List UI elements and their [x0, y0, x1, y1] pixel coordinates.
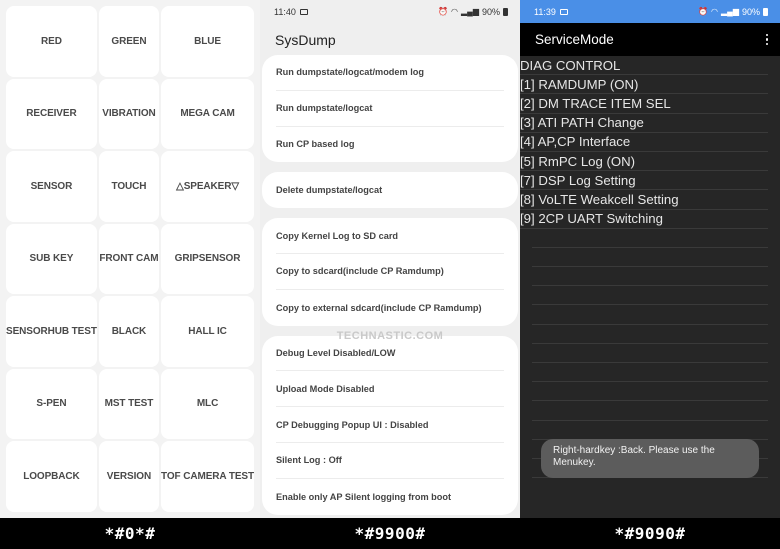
diag-item-ramdump[interactable]: [1] RAMDUMP (ON) [520, 75, 768, 95]
watermark: TECHNASTIC.COM [336, 330, 444, 342]
menu-item-ap-silent-logging[interactable]: Enable only AP Silent logging from boot [276, 479, 504, 515]
hw-test-panel: RED GREEN BLUE RECEIVER VIBRATION MEGA C… [0, 0, 260, 518]
wifi-icon: ◠ [711, 6, 718, 16]
code-label-sysdump: *#9900# [354, 524, 426, 543]
empty-row [532, 286, 768, 306]
page-title: ServiceMode [535, 32, 614, 47]
tile-tof-camera-test[interactable]: TOF CAMERA TEST [161, 441, 254, 512]
menu-item-cp-debug-popup[interactable]: CP Debugging Popup UI : Disabled [276, 407, 504, 443]
tile-speaker[interactable]: △SPEAKER▽ [161, 151, 254, 222]
tile-vibration[interactable]: VIBRATION [98, 78, 160, 149]
status-bar: 11:40 ⏰ ◠ ▂▄▆ 90% [260, 0, 520, 24]
copy-card: Copy Kernel Log to SD card Copy to sdcar… [262, 218, 518, 326]
toast-message: Right-hardkey :Back. Please use the Menu… [541, 439, 759, 478]
battery-percent: 90% [741, 6, 760, 17]
sysdump-panel: 11:40 ⏰ ◠ ▂▄▆ 90% SysDump Run dumpstate/… [260, 0, 520, 518]
menu-item-copy-external-sdcard[interactable]: Copy to external sdcard(include CP Ramdu… [276, 290, 504, 326]
tile-touch[interactable]: TOUCH [98, 151, 160, 222]
tile-s-pen[interactable]: S-PEN [6, 368, 97, 439]
tile-front-cam[interactable]: FRONT CAM [98, 223, 160, 294]
code-label-servicemode: *#9090# [614, 524, 686, 543]
page-title: SysDump [275, 32, 336, 48]
menu-item-copy-kernel-log[interactable]: Copy Kernel Log to SD card [276, 218, 504, 254]
tile-sub-key[interactable]: SUB KEY [6, 223, 97, 294]
tile-blue[interactable]: BLUE [161, 6, 254, 77]
status-bar: 11:39 ⏰ ◠ ▂▄▆ 90% [520, 0, 780, 23]
diag-item-rmpc-log[interactable]: [5] RmPC Log (ON) [520, 152, 768, 172]
empty-row [532, 401, 768, 421]
test-tile-grid: RED GREEN BLUE RECEIVER VIBRATION MEGA C… [6, 6, 254, 512]
tile-receiver[interactable]: RECEIVER [6, 78, 97, 149]
run-log-card: Run dumpstate/logcat/modem log Run dumps… [262, 55, 518, 163]
alarm-icon: ⏰ [438, 7, 449, 16]
debug-settings-card: Debug Level Disabled/LOW Upload Mode Dis… [262, 335, 518, 515]
delete-card: Delete dumpstate/logcat [262, 172, 518, 209]
menu-item-run-dumpstate[interactable]: Run dumpstate/logcat [276, 91, 504, 127]
diag-item-ati-path[interactable]: [3] ATI PATH Change [520, 114, 768, 133]
empty-row [532, 248, 768, 268]
empty-row [532, 325, 768, 344]
servicemode-panel: 11:39 ⏰ ◠ ▂▄▆ 90% ServiceMode DIAG CONTR… [520, 0, 780, 518]
tile-version[interactable]: VERSION [98, 441, 160, 512]
battery-percent: 90% [481, 7, 500, 17]
empty-row [532, 344, 768, 363]
battery-icon [503, 8, 508, 16]
dial-codes-bar: *#0*# *#9900# *#9090# [0, 518, 780, 549]
empty-row [532, 382, 768, 402]
tile-mst-test[interactable]: MST TEST [98, 368, 160, 439]
menu-item-delete-dumpstate[interactable]: Delete dumpstate/logcat [276, 172, 504, 208]
empty-row [532, 363, 768, 383]
status-time: 11:39 [534, 6, 556, 17]
menu-item-run-cp-log[interactable]: Run CP based log [276, 127, 504, 163]
tile-sensorhub-test[interactable]: SENSORHUB TEST [6, 296, 97, 367]
diag-header: DIAG CONTROL [520, 56, 768, 76]
tile-black[interactable]: BLACK [98, 296, 160, 367]
app-bar: ServiceMode [520, 23, 780, 56]
tile-red[interactable]: RED [6, 6, 97, 77]
menu-item-upload-mode[interactable]: Upload Mode Disabled [276, 371, 504, 408]
menu-item-silent-log[interactable]: Silent Log : Off [276, 443, 504, 479]
signal-icon: ▂▄▆ [721, 6, 739, 16]
signal-icon: ▂▄▆ [461, 7, 479, 16]
wifi-icon: ◠ [451, 7, 458, 16]
battery-icon [763, 7, 768, 16]
alarm-icon: ⏰ [698, 6, 709, 16]
empty-row [532, 305, 768, 325]
empty-row [532, 421, 768, 440]
menu-item-run-dumpstate-modem[interactable]: Run dumpstate/logcat/modem log [276, 55, 504, 91]
empty-row [532, 229, 768, 248]
diag-item-apcp-interface[interactable]: [4] AP,CP Interface [520, 133, 768, 152]
menu-item-copy-sdcard[interactable]: Copy to sdcard(include CP Ramdump) [276, 254, 504, 290]
gallery-notification-icon [559, 8, 568, 15]
tile-mega-cam[interactable]: MEGA CAM [161, 78, 254, 149]
tile-sensor[interactable]: SENSOR [6, 151, 97, 222]
tile-mlc[interactable]: MLC [161, 368, 254, 439]
empty-row [532, 267, 768, 287]
tile-loopback[interactable]: LOOPBACK [6, 441, 97, 512]
tile-hall-ic[interactable]: HALL IC [161, 296, 254, 367]
diag-item-dsp-log[interactable]: [7] DSP Log Setting [520, 171, 768, 191]
tile-gripsensor[interactable]: GRIPSENSOR [161, 223, 254, 294]
diag-item-2cp-uart[interactable]: [9] 2CP UART Switching [520, 210, 768, 229]
code-label-hw-test: *#0*# [104, 524, 156, 543]
diag-item-volte-weakcell[interactable]: [8] VoLTE Weakcell Setting [520, 190, 768, 210]
gallery-notification-icon [299, 9, 308, 15]
diag-item-dm-trace[interactable]: [2] DM TRACE ITEM SEL [520, 94, 768, 114]
tile-green[interactable]: GREEN [98, 6, 160, 77]
status-time: 11:40 [274, 7, 296, 17]
kebab-menu-icon[interactable] [765, 33, 768, 46]
